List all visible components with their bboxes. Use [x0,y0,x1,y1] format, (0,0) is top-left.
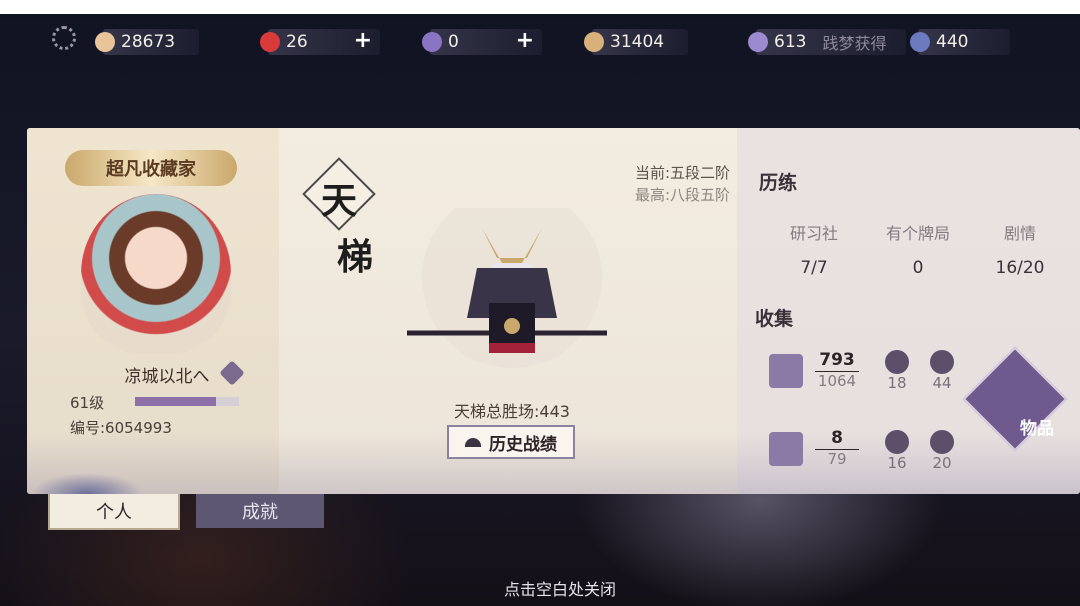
training-item-cards[interactable]: 有个牌局 0 [873,220,963,278]
jade-icon [422,32,442,52]
collection-title: 收集 [755,308,794,330]
stamp-count: 20 [932,454,952,472]
resource-jade[interactable]: 0 + [422,29,542,55]
collection-flame[interactable]: 16 [880,430,914,472]
tab-achievement[interactable]: 成就 [196,494,324,528]
talisman-icon [584,32,604,52]
training-title: 历练 [759,172,798,194]
coin-icon [95,32,115,52]
fan-icon [465,437,481,447]
training-item-story[interactable]: 剧情 16/20 [975,220,1065,278]
cards-count: 18 [887,374,907,392]
resource-currency-3[interactable]: 31404 [584,29,688,55]
collection-cards[interactable]: 18 [880,350,914,392]
ladder-total-wins: 天梯总胜场:443 [454,402,570,421]
samurai-mascot-icon [407,208,607,368]
resource-value: 440 [936,32,969,52]
level-progress-fill [135,397,217,406]
robe-count: 8 79 [815,428,859,468]
best-rank: 最高:八段五阶 [634,186,730,204]
level-progress-bar [135,397,239,406]
player-uid: 编号:6054993 [70,419,172,437]
bomb-icon [930,350,954,374]
resource-currency-4[interactable]: 613 践梦获得 [748,29,906,55]
robe-denominator: 79 [827,450,847,468]
add-jade-button[interactable]: + [516,30,534,52]
resource-crystal[interactable]: 440 [910,29,1010,55]
resource-value: 28673 [121,32,176,52]
ladder-title-char1: 天 [320,180,357,222]
flame-count: 16 [887,454,907,472]
resource-stamina[interactable]: 26 + [260,29,380,55]
tab-personal[interactable]: 个人 [48,494,180,530]
rank-info: 当前:五段二阶 最高:八段五阶 [587,162,730,206]
close-hint[interactable]: 点击空白处关闭 [440,576,680,600]
ticker-text: 践梦获得 [822,34,887,53]
collection-stamp[interactable]: 20 [925,430,959,472]
training-value: 16/20 [995,258,1045,278]
book-denominator: 1064 [817,372,857,390]
resource-value: 31404 [610,32,665,52]
stamp-icon [930,430,954,454]
crystal-icon [910,32,930,52]
training-label: 剧情 [1003,224,1036,243]
items-label: 物品 [1020,419,1054,439]
settings-gear-icon[interactable] [52,26,76,50]
orb-icon [748,32,768,52]
resource-value: 26 [286,32,308,52]
training-label: 有个牌局 [885,224,950,243]
training-value: 7/7 [800,258,828,278]
history-button-label: 历史战绩 [489,434,557,455]
current-rank: 当前:五段二阶 [634,164,730,182]
ladder-title-char2: 梯 [337,236,374,278]
stamina-icon [260,32,280,52]
player-name: 凉城以北へ [124,367,210,387]
bomb-count: 44 [932,374,952,392]
training-item-study[interactable]: 研习社 7/7 [769,220,859,278]
top-strip [0,0,1080,14]
robe-numerator: 8 [815,428,859,450]
resource-value: 0 [448,32,459,52]
title-badge: 超凡收藏家 [65,150,237,186]
book-icon[interactable] [769,354,803,388]
add-stamina-button[interactable]: + [354,30,372,52]
robe-icon[interactable] [769,432,803,466]
ladder-title: 天 梯 [302,157,377,278]
flame-icon [885,430,909,454]
resource-coin[interactable]: 28673 [95,29,199,55]
avatar[interactable] [81,194,231,354]
resource-value: 613 [774,32,807,52]
cards-icon [885,350,909,374]
profile-panel: 超凡收藏家 凉城以北へ 61级 编号:6054993 天 梯 当前:五段二阶 最… [27,128,1080,494]
collection-bomb[interactable]: 44 [925,350,959,392]
training-label: 研习社 [789,224,838,243]
book-numerator: 793 [815,350,859,372]
book-count: 793 1064 [815,350,859,390]
history-record-button[interactable]: 历史战绩 [447,425,575,459]
player-level: 61级 [70,394,105,412]
training-value: 0 [912,258,924,278]
